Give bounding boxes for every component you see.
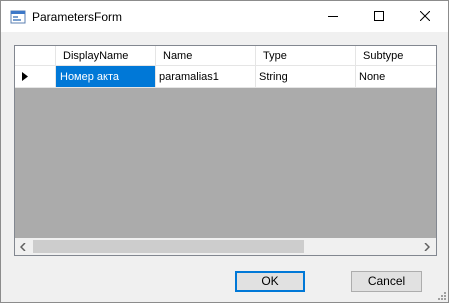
minimize-button[interactable] — [310, 1, 356, 32]
close-icon — [420, 11, 430, 21]
chevron-right-icon — [424, 243, 430, 251]
grid-header: DisplayName Name Type Subtype — [15, 46, 436, 66]
app-form-icon — [10, 9, 26, 25]
ok-button[interactable]: OK — [235, 271, 305, 292]
parameters-form-window: ParametersForm DisplayName Name Type Sub… — [0, 0, 449, 303]
title-bar[interactable]: ParametersForm — [1, 1, 448, 32]
maximize-button[interactable] — [356, 1, 402, 32]
column-header-subtype[interactable]: Subtype — [356, 46, 436, 66]
resize-grip-icon[interactable] — [435, 289, 447, 301]
cell-type[interactable]: String — [256, 66, 356, 88]
chevron-left-icon — [20, 243, 26, 251]
column-header-name[interactable]: Name — [156, 46, 256, 66]
column-header-displayname[interactable]: DisplayName — [56, 46, 156, 66]
cell-name[interactable]: paramalias1 — [156, 66, 256, 88]
scrollbar-thumb[interactable] — [33, 240, 304, 253]
scroll-right-button[interactable] — [419, 238, 436, 255]
minimize-icon — [328, 16, 338, 17]
row-header[interactable] — [15, 66, 56, 88]
maximize-icon — [374, 11, 384, 21]
header-corner[interactable] — [15, 46, 56, 66]
window-title: ParametersForm — [32, 10, 123, 24]
cancel-button[interactable]: Cancel — [351, 271, 422, 292]
current-row-arrow-icon — [22, 72, 28, 81]
cell-subtype[interactable]: None — [356, 66, 436, 88]
parameters-grid[interactable]: DisplayName Name Type Subtype Номер акта… — [14, 45, 437, 256]
close-button[interactable] — [402, 1, 448, 32]
table-row[interactable]: Номер акта paramalias1 String None — [15, 66, 436, 88]
horizontal-scrollbar[interactable] — [15, 238, 436, 255]
scroll-left-button[interactable] — [15, 238, 32, 255]
column-header-type[interactable]: Type — [256, 46, 356, 66]
cell-displayname[interactable]: Номер акта — [56, 66, 156, 88]
